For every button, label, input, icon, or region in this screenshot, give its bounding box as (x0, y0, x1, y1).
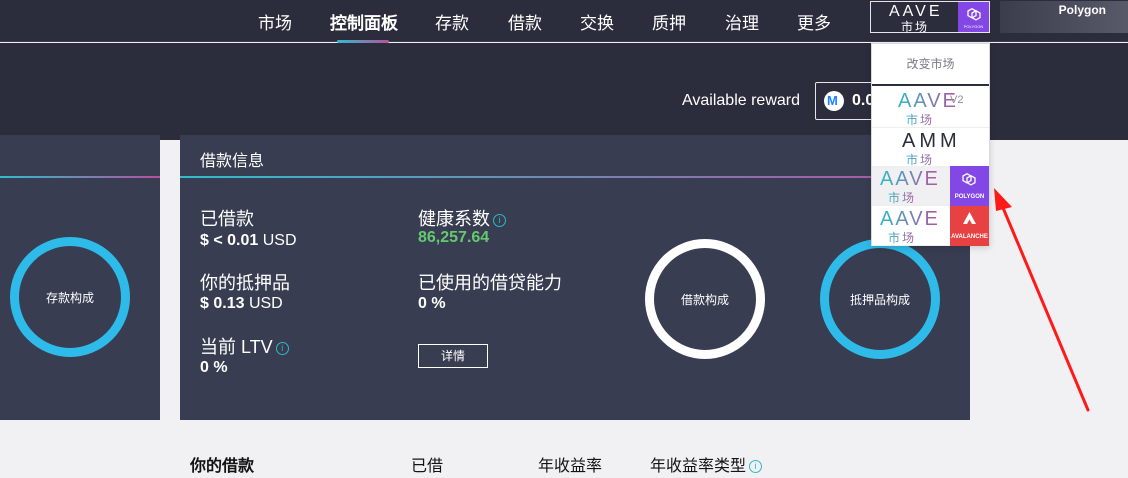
annotation-arrow (994, 188, 1090, 412)
